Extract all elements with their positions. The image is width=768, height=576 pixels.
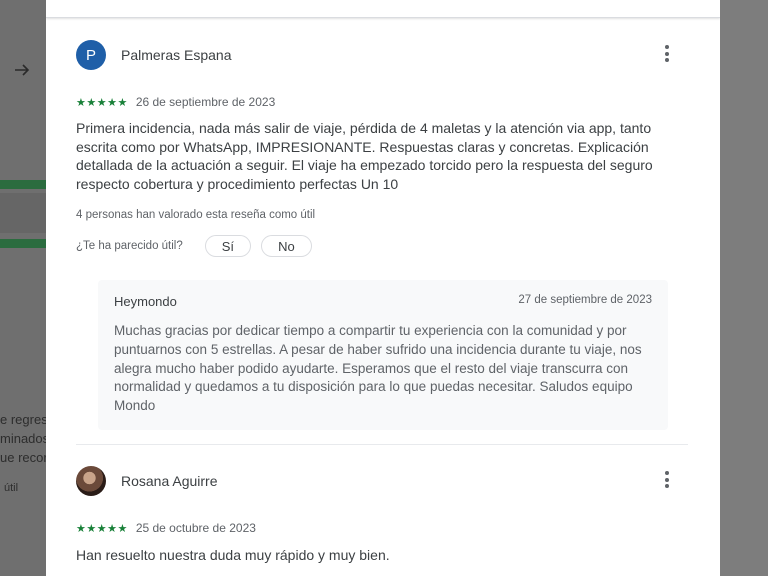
helpful-question: ¿Te ha parecido útil?: [76, 240, 183, 252]
background-text: e regres: [0, 412, 46, 427]
helpful-count: 4 personas han valorado esta reseña como…: [76, 209, 316, 221]
review-text: Han resuelto nuestra duda muy rápido y m…: [76, 547, 390, 563]
review-header: Rosana Aguirre: [76, 465, 688, 497]
rating-row: ★★★★★ 26 de septiembre de 2023: [76, 95, 275, 109]
reviews-dialog[interactable]: P Palmeras Espana ★★★★★ 26 de septiembre…: [46, 0, 720, 576]
rating-row: ★★★★★ 25 de octubre de 2023: [76, 521, 256, 535]
reply-author: Heymondo: [114, 294, 177, 309]
review-author[interactable]: Rosana Aguirre: [121, 473, 218, 489]
reply-date: 27 de septiembre de 2023: [518, 294, 652, 306]
avatar[interactable]: [76, 466, 106, 496]
review-divider: [76, 444, 688, 445]
owner-reply: Heymondo 27 de septiembre de 2023 Muchas…: [98, 280, 668, 430]
background-page: e regres minados ue recor útil: [0, 0, 46, 576]
more-options-icon[interactable]: [664, 45, 670, 65]
background-block: [0, 193, 46, 233]
review-author[interactable]: Palmeras Espana: [121, 47, 232, 63]
reply-text: Muchas gracias por dedicar tiempo a comp…: [114, 323, 642, 414]
review-header: P Palmeras Espana: [76, 39, 688, 71]
background-text: ue recor: [0, 450, 46, 465]
avatar[interactable]: P: [76, 40, 106, 70]
background-text: minados: [0, 431, 46, 446]
background-right: [720, 0, 768, 576]
star-rating-icon: ★★★★★: [76, 522, 128, 535]
star-rating-icon: ★★★★★: [76, 96, 128, 109]
helpful-yes-button[interactable]: Sí: [204, 235, 252, 257]
dialog-header: [46, 0, 720, 18]
background-accent-bar: [0, 239, 46, 248]
arrow-right-icon: [15, 64, 30, 76]
helpful-no-button[interactable]: No: [261, 235, 312, 257]
more-options-icon[interactable]: [664, 471, 670, 491]
review-text: Primera incidencia, nada más salir de vi…: [76, 120, 653, 192]
background-text: útil: [4, 482, 19, 494]
helpful-row: ¿Te ha parecido útil? Sí No: [76, 235, 322, 257]
background-accent-bar: [0, 180, 46, 189]
review-date: 25 de octubre de 2023: [135, 521, 256, 535]
review-date: 26 de septiembre de 2023: [135, 95, 276, 109]
